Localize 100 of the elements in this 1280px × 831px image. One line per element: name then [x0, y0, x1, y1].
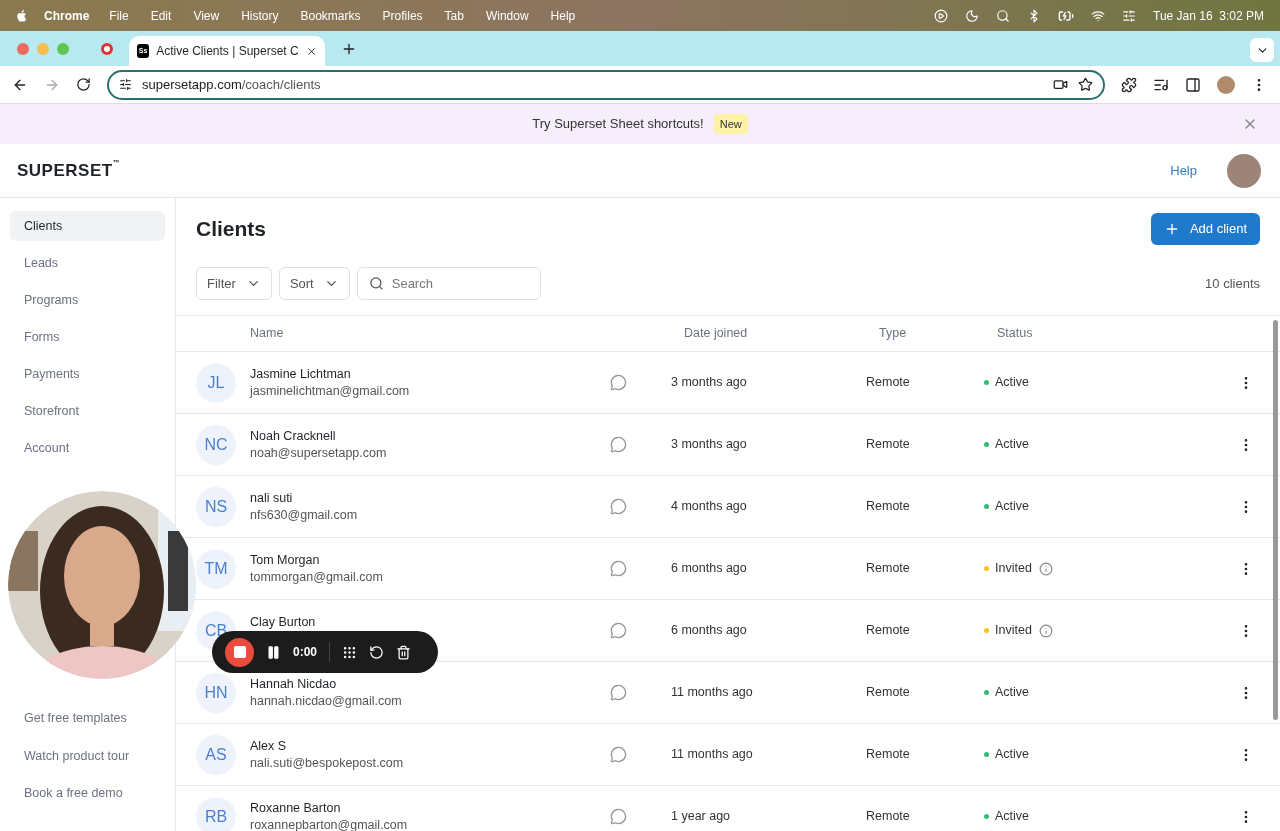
sidebar-item[interactable]: Payments [10, 359, 165, 389]
client-avatar: NC [196, 424, 236, 465]
search-icon[interactable] [996, 8, 1011, 23]
grid-icon[interactable] [342, 644, 358, 660]
sidebar-item[interactable]: Programs [10, 285, 165, 315]
sidebar-item[interactable]: Account [10, 433, 165, 463]
client-avatar: TM [196, 548, 236, 589]
site-settings-icon[interactable] [119, 78, 132, 91]
message-icon[interactable] [610, 808, 627, 825]
delete-icon[interactable] [396, 644, 412, 660]
client-name[interactable]: Jasmine Lichtman [250, 365, 351, 383]
close-window-button[interactable] [17, 42, 29, 55]
client-type: Remote [866, 560, 911, 578]
bookmark-star-icon[interactable] [1078, 77, 1093, 92]
message-icon[interactable] [610, 560, 627, 577]
client-type: Remote [866, 374, 911, 392]
banner-text: Try Superset Sheet shortcuts! [532, 115, 704, 134]
filter-dropdown[interactable]: Filter [196, 267, 272, 300]
client-status: Active [995, 374, 1030, 392]
message-icon[interactable] [610, 374, 627, 391]
client-type: Remote [866, 622, 911, 640]
search-icon [368, 276, 384, 291]
user-avatar[interactable] [1227, 153, 1261, 188]
reload-icon[interactable] [76, 77, 91, 92]
stop-recording-button[interactable] [225, 637, 254, 667]
client-email: hannah.nicdao@gmail.com [250, 692, 402, 710]
sidebar-item[interactable]: Leads [10, 248, 165, 278]
message-icon[interactable] [610, 684, 627, 701]
play-icon[interactable] [934, 8, 949, 23]
client-count: 10 clients [1205, 274, 1260, 293]
sidebar-link[interactable]: Watch product tour [10, 746, 165, 766]
client-email: jasminelichtman@gmail.com [250, 382, 410, 400]
control-center-icon[interactable] [1122, 8, 1137, 23]
menu-item[interactable]: Bookmarks [300, 6, 361, 25]
menu-clock: Tue Jan 16 3:02 PM [1153, 7, 1264, 25]
client-status: Active [995, 808, 1030, 826]
extensions-icon[interactable] [1121, 76, 1137, 93]
client-status: Active [995, 746, 1030, 764]
date-joined: 6 months ago [671, 622, 748, 640]
help-link[interactable]: Help [1170, 160, 1197, 181]
message-icon[interactable] [610, 622, 627, 639]
wifi-icon[interactable] [1091, 8, 1106, 23]
sidebar-link[interactable]: Book a free demo [10, 784, 165, 803]
sidebar-item[interactable]: Clients [10, 211, 165, 241]
client-name[interactable]: Hannah Nicdao [250, 675, 337, 693]
address-bar[interactable]: supersetapp.com/coach/clients [107, 69, 1105, 100]
profile-avatar[interactable] [1217, 75, 1235, 94]
client-status: Invited [995, 560, 1032, 578]
menu-item[interactable]: Window [485, 6, 529, 25]
record-icon[interactable] [101, 42, 113, 55]
sidebar-link[interactable]: Get free templates [10, 708, 165, 728]
client-email: roxannepbarton@gmail.com [250, 816, 408, 831]
menu-app-name[interactable]: Chrome [44, 6, 90, 25]
client-type: Remote [866, 498, 911, 516]
menu-item[interactable]: File [109, 6, 129, 25]
moon-icon[interactable] [965, 8, 980, 23]
menu-item[interactable]: Profiles [382, 6, 423, 25]
client-status: Active [995, 684, 1030, 702]
tab-search-button[interactable] [1250, 38, 1274, 62]
add-client-button[interactable]: Add client [1150, 213, 1260, 245]
sidebar-item[interactable]: Forms [10, 322, 165, 352]
restart-icon[interactable] [369, 644, 385, 660]
client-name[interactable]: Clay Burton [250, 613, 316, 631]
client-avatar: NS [196, 486, 236, 527]
info-icon[interactable] [1038, 561, 1053, 576]
client-name[interactable]: Tom Morgan [250, 551, 320, 569]
message-icon[interactable] [610, 436, 627, 453]
date-joined: 11 months ago [671, 684, 754, 702]
column-header: Status [997, 325, 1033, 343]
pause-icon[interactable] [266, 644, 281, 660]
client-email: tommorgan@gmail.com [250, 568, 383, 586]
client-name[interactable]: Noah Cracknell [250, 427, 336, 445]
new-tab-icon[interactable] [341, 41, 357, 57]
client-status: Active [995, 436, 1030, 454]
client-avatar: RB [196, 796, 236, 831]
sidebar-item[interactable]: Storefront [10, 396, 165, 426]
search-field[interactable]: Search [356, 267, 541, 300]
menu-item[interactable]: History [241, 6, 279, 25]
date-joined: 6 months ago [671, 560, 748, 578]
column-header: Name [250, 325, 285, 343]
client-status: Active [995, 498, 1030, 516]
client-name[interactable]: Roxanne Barton [250, 799, 341, 817]
client-avatar: AS [196, 734, 236, 775]
menu-item[interactable]: Edit [150, 6, 172, 25]
date-joined: 11 months ago [671, 746, 754, 764]
side-panel-icon[interactable] [1185, 76, 1201, 93]
apple-icon[interactable] [16, 8, 28, 23]
scrollbar[interactable] [1273, 320, 1278, 720]
client-email: noah@supersetapp.com [250, 444, 387, 462]
menu-item[interactable]: Help [550, 6, 576, 25]
message-icon[interactable] [610, 498, 627, 515]
menu-item[interactable]: View [193, 6, 220, 25]
camera-icon[interactable] [1053, 77, 1068, 92]
message-icon[interactable] [610, 746, 627, 763]
sort-dropdown[interactable]: Sort [278, 267, 350, 300]
client-name[interactable]: Alex S [250, 737, 287, 755]
info-icon[interactable] [1038, 623, 1053, 638]
client-name[interactable]: nali suti [250, 489, 293, 507]
menu-item[interactable]: Tab [444, 6, 464, 25]
date-joined: 3 months ago [671, 374, 748, 392]
